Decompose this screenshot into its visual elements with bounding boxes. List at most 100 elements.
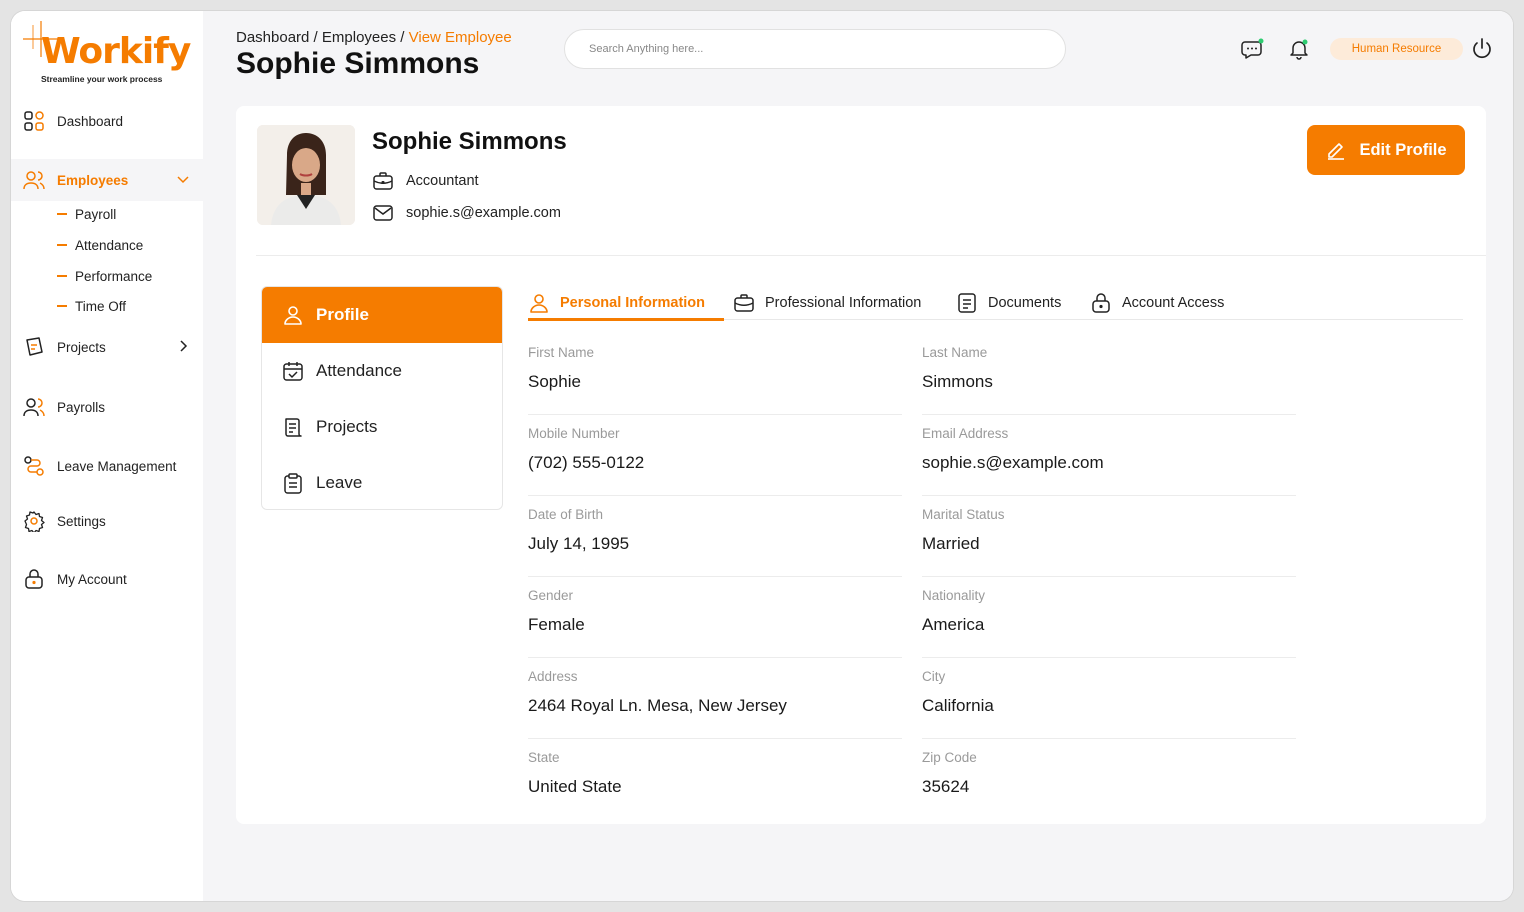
sidebar-subitem-payroll[interactable]: Payroll [57,203,116,225]
page-title: Sophie Simmons [236,47,480,80]
sidebar-subitem-time-off[interactable]: Time Off [57,295,126,317]
sidebar-item-dashboard[interactable]: Dashboard [11,100,203,142]
field-label: Mobile Number [528,426,620,441]
field-label: State [528,750,560,765]
bullet-dash [57,244,67,246]
lock-icon [25,569,43,589]
sidebar-item-leave-management[interactable]: Leave Management [11,445,203,487]
field-label: Address [528,669,578,684]
briefcase-icon [373,172,393,190]
field-city: City California [922,669,1296,739]
side-tab-profile[interactable]: Profile [262,287,502,343]
user-icon [530,294,548,313]
employee-email-text: sophie.s@example.com [406,205,561,221]
field-gender: Gender Female [528,588,902,658]
subitem-label: Performance [75,268,153,284]
field-label: Nationality [922,588,986,603]
role-badge[interactable]: Human Resource [1330,38,1463,60]
person-photo [257,125,355,225]
breadcrumb-employees[interactable]: Employees [322,29,396,46]
pencil-icon [1328,143,1345,160]
projects-icon [26,337,43,356]
sidebar-item-label: My Account [57,571,127,587]
sidebar-subitem-attendance[interactable]: Attendance [57,234,143,256]
tab-documents[interactable]: Documents [956,286,1061,320]
clipboard-icon [284,473,302,494]
bell-icon[interactable] [1287,37,1311,61]
side-tab-projects[interactable]: Projects [262,399,502,455]
profile-side-tabs: Profile Attendance Projects Leave [261,286,503,510]
field-mobile-number: Mobile Number (702) 555-0122 [528,426,902,496]
field-label: City [922,669,946,684]
sidebar-item-payrolls[interactable]: Payrolls [11,386,203,428]
field-value: United State [528,777,622,796]
field-value: Female [528,615,585,634]
sidebar: Workify Streamline your work process Das… [11,11,203,901]
field-label: Zip Code [922,750,977,765]
field-value: (702) 555-0122 [528,453,645,472]
field-value: Sophie [528,372,581,391]
document-icon [958,293,976,313]
breadcrumb-dashboard[interactable]: Dashboard [236,29,309,46]
search-input[interactable]: Search Anything here... [564,29,1066,69]
users-icon [23,398,45,417]
lock-icon [1092,293,1110,313]
tab-account-access[interactable]: Account Access [1090,286,1224,320]
employee-role: Accountant [372,170,479,192]
tab-label: Professional Information [765,295,922,311]
main-content: Dashboard / Employees / View Employee So… [203,11,1513,901]
field-label: Email Address [922,426,1009,441]
grid-icon [24,111,44,131]
field-value: sophie.s@example.com [922,453,1104,472]
sidebar-item-label: Payrolls [57,399,106,415]
brand-logo[interactable]: Workify Streamline your work process [21,19,196,87]
sidebar-item-label: Settings [57,513,106,529]
mail-icon [373,205,393,221]
tab-personal-information[interactable]: Personal Information [528,286,705,320]
chevron-down-icon [177,176,189,184]
field-value: America [922,615,985,634]
document-list-icon [285,418,302,437]
tab-professional-information[interactable]: Professional Information [733,286,921,320]
side-tab-leave[interactable]: Leave [262,455,502,509]
edit-profile-button[interactable]: Edit Profile [1307,125,1465,175]
brand-name: Workify [41,31,191,72]
employee-role-text: Accountant [406,173,479,189]
breadcrumb-separator: / [309,29,322,46]
sidebar-item-my-account[interactable]: My Account [11,558,203,600]
field-label: Last Name [922,345,988,360]
field-value: 2464 Royal Ln. Mesa, New Jersey [528,696,787,715]
field-value: July 14, 1995 [528,534,630,553]
field-label: Marital Status [922,507,1005,522]
field-state: State United State [528,750,902,820]
side-tab-attendance[interactable]: Attendance [262,343,502,399]
sidebar-item-projects[interactable]: Projects [11,326,203,368]
side-tab-label: Attendance [316,361,403,380]
sidebar-item-label: Dashboard [57,113,124,129]
chat-icon[interactable] [1241,37,1265,61]
tab-label: Personal Information [560,295,706,311]
bullet-dash [57,305,67,307]
side-tab-label: Projects [316,417,378,436]
sidebar-item-employees[interactable]: Employees [11,159,203,201]
subitem-label: Payroll [75,206,117,222]
power-icon[interactable] [1470,37,1494,61]
side-tab-label: Leave [316,473,363,492]
bullet-dash [57,275,67,277]
field-value: Simmons [922,372,993,391]
breadcrumb: Dashboard / Employees / View Employee [236,29,512,46]
breadcrumb-separator: / [396,29,409,46]
field-email-address: Email Address sophie.s@example.com [922,426,1296,496]
field-label: Gender [528,588,574,603]
sidebar-item-settings[interactable]: Settings [11,500,203,542]
employee-name: Sophie Simmons [372,128,567,155]
brand-tagline: Streamline your work process [41,74,163,84]
field-last-name: Last Name Simmons [922,345,1296,415]
employee-card: Sophie Simmons Accountant sophie.s@examp… [236,106,1486,824]
divider [256,255,1486,256]
app-window: Workify Streamline your work process Das… [11,11,1513,901]
field-value: Married [922,534,980,553]
field-label: Date of Birth [528,507,604,522]
employee-avatar [257,125,355,225]
sidebar-subitem-performance[interactable]: Performance [57,265,152,287]
